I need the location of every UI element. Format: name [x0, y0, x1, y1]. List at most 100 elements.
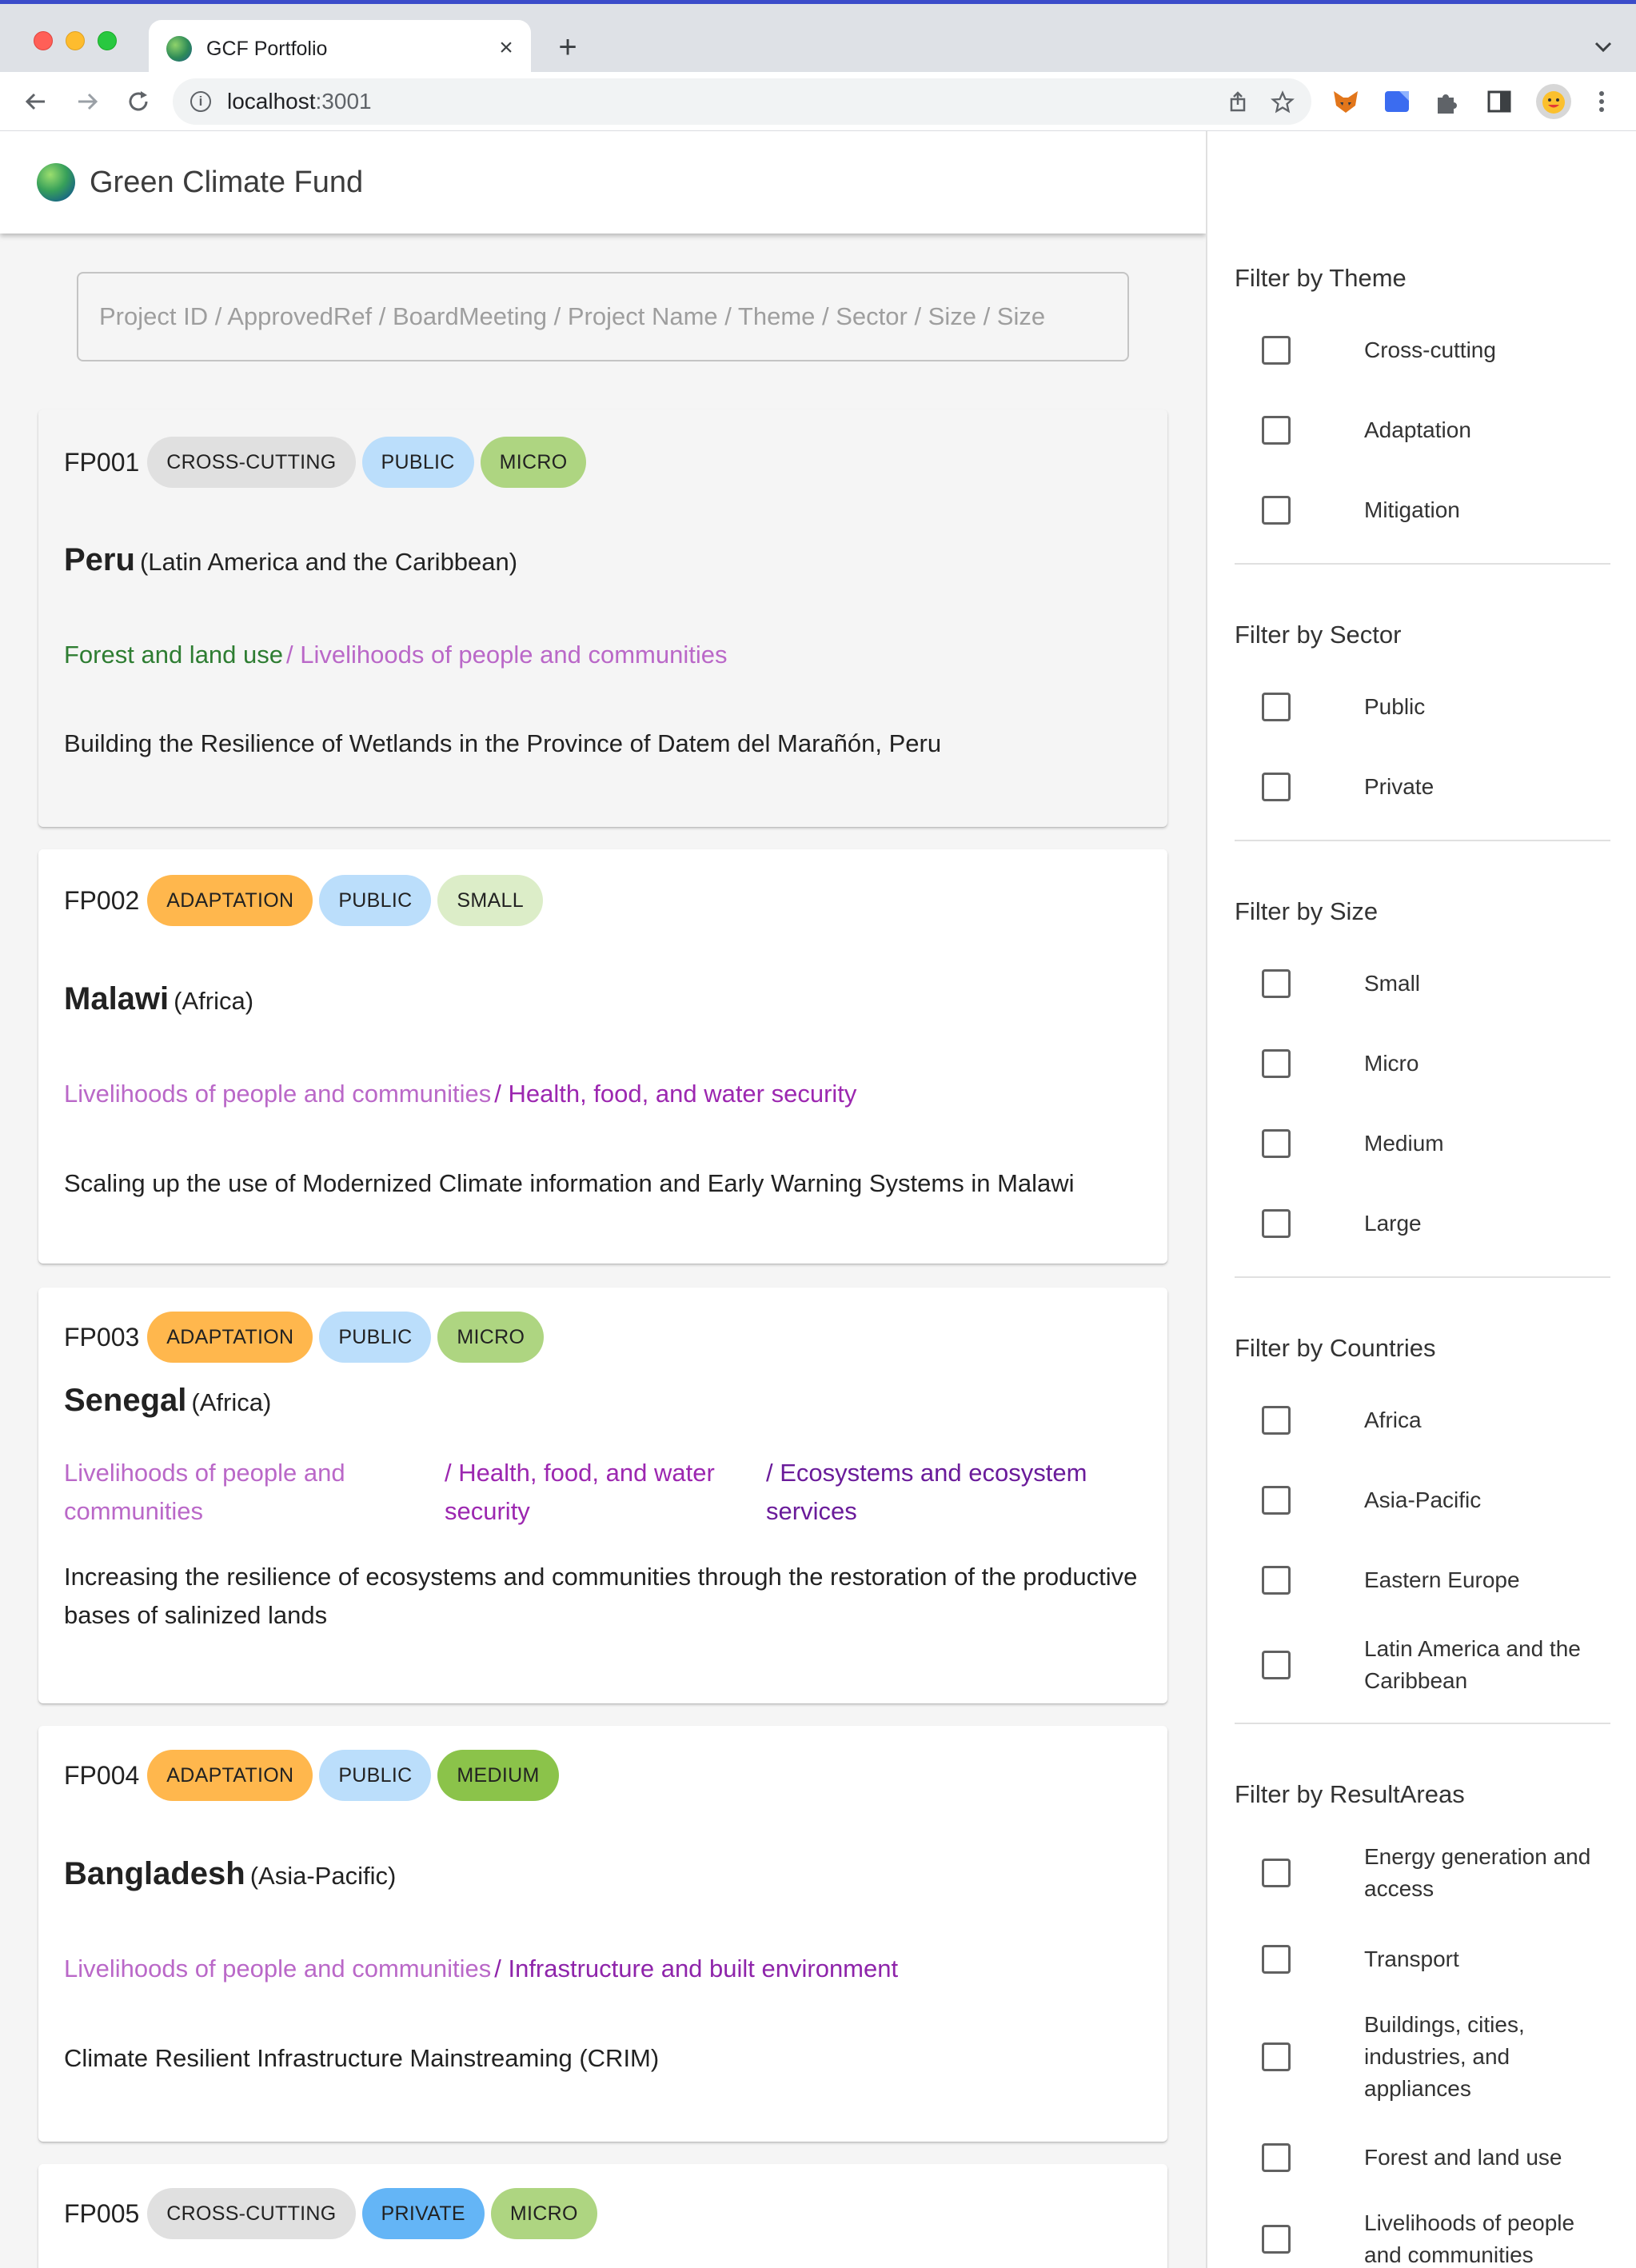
checkbox[interactable]: [1262, 1486, 1291, 1515]
checkbox[interactable]: [1262, 1129, 1291, 1158]
browser-toolbar: i localhost:3001: [0, 72, 1636, 131]
size-chip: MICRO: [437, 1312, 545, 1363]
more-menu-icon[interactable]: [1590, 86, 1614, 117]
new-tab-button[interactable]: +: [552, 31, 584, 63]
filter-size-micro[interactable]: Micro: [1262, 1048, 1614, 1080]
extension-icon[interactable]: [1382, 86, 1412, 117]
filter-area-energy[interactable]: Energy generation and access: [1262, 1841, 1614, 1905]
filter-option-label: Forest and land use: [1364, 2145, 1562, 2170]
checkbox[interactable]: [1262, 1651, 1291, 1679]
project-chip-row: FP004 ADAPTATION PUBLIC MEDIUM: [64, 1750, 559, 1801]
share-icon[interactable]: [1225, 90, 1251, 115]
metamask-fox-icon[interactable]: [1331, 86, 1361, 117]
address-bar[interactable]: i localhost:3001: [173, 78, 1311, 125]
checkbox[interactable]: [1262, 496, 1291, 525]
filter-country-latin-america[interactable]: Latin America and the Caribbean: [1262, 1633, 1614, 1697]
filter-option-label: Buildings, cities, industries, and appli…: [1364, 2012, 1525, 2101]
puzzle-icon[interactable]: [1431, 86, 1462, 117]
project-chip-row: FP001 CROSS-CUTTING PUBLIC MICRO: [64, 437, 587, 488]
filter-option-label: Large: [1364, 1211, 1422, 1236]
checkbox[interactable]: [1262, 969, 1291, 998]
sector-chip: PRIVATE: [361, 2188, 485, 2239]
project-card[interactable]: FP001 CROSS-CUTTING PUBLIC MICRO Peru (La…: [38, 409, 1167, 827]
result-area: / Health, food, and water security: [445, 1459, 715, 1525]
size-chip: MEDIUM: [437, 1750, 559, 1801]
project-card[interactable]: FP005 CROSS-CUTTING PRIVATE MICRO: [38, 2164, 1167, 2268]
checkbox[interactable]: [1262, 773, 1291, 801]
checkbox[interactable]: [1262, 1209, 1291, 1238]
checkbox[interactable]: [1262, 416, 1291, 445]
search-input[interactable]: [99, 274, 1107, 360]
app-header: Green Climate Fund: [0, 131, 1206, 234]
back-arrow-icon[interactable]: [21, 86, 51, 117]
filter-area-livelihoods[interactable]: Livelihoods of people and communities: [1262, 2207, 1614, 2268]
url-text[interactable]: localhost:3001: [227, 90, 372, 114]
sector-chip: PUBLIC: [361, 437, 474, 488]
project-result-areas: Livelihoods of people and communities / I…: [64, 1950, 898, 1988]
checkbox[interactable]: [1262, 693, 1291, 721]
result-area: Livelihoods of people and communities: [64, 1955, 492, 1983]
filter-size-medium[interactable]: Medium: [1262, 1128, 1614, 1160]
filter-option-label: Medium: [1364, 1131, 1444, 1156]
project-card[interactable]: FP003 ADAPTATION PUBLIC MICRO Senegal (Af…: [38, 1288, 1167, 1703]
country-name: Bangladesh: [64, 1856, 245, 1891]
globe-favicon-icon: [166, 36, 192, 62]
filter-country-asia-pacific[interactable]: Asia-Pacific: [1262, 1484, 1614, 1516]
window-zoom-button[interactable]: [98, 31, 117, 50]
filter-size-large[interactable]: Large: [1262, 1208, 1614, 1240]
checkbox[interactable]: [1262, 1566, 1291, 1595]
profile-avatar-icon[interactable]: [1535, 83, 1572, 120]
tab-search-chevron-icon[interactable]: [1591, 34, 1615, 58]
filter-theme-title: Filter by Theme: [1235, 264, 1407, 292]
forward-arrow-icon[interactable]: [72, 86, 102, 117]
country-name: Peru: [64, 542, 135, 577]
filter-country-africa[interactable]: Africa: [1262, 1404, 1614, 1436]
filter-size-small[interactable]: Small: [1262, 968, 1614, 1000]
filter-theme-cross-cutting[interactable]: Cross-cutting: [1262, 334, 1614, 366]
filter-area-buildings[interactable]: Buildings, cities, industries, and appli…: [1262, 2009, 1614, 2105]
filter-option-label: Africa: [1364, 1408, 1422, 1432]
result-area: / Health, food, and water security: [494, 1080, 857, 1108]
checkbox[interactable]: [1262, 336, 1291, 365]
filter-sector-private[interactable]: Private: [1262, 771, 1614, 803]
checkbox[interactable]: [1262, 2225, 1291, 2254]
filter-option-label: Transport: [1364, 1947, 1459, 1971]
country-name: Senegal: [64, 1383, 187, 1418]
reload-icon[interactable]: [123, 86, 154, 117]
search-field[interactable]: [77, 272, 1129, 361]
checkbox[interactable]: [1262, 2042, 1291, 2071]
tab-close-icon[interactable]: ×: [493, 34, 520, 62]
filter-sector-title: Filter by Sector: [1235, 621, 1402, 649]
result-area: Forest and land use: [64, 641, 284, 669]
browser-tab-active[interactable]: GCF Portfolio ×: [149, 20, 531, 76]
size-chip: MICRO: [480, 437, 587, 488]
filter-countries-title: Filter by Countries: [1235, 1334, 1436, 1362]
project-card[interactable]: FP002 ADAPTATION PUBLIC SMALL Malawi (Afr…: [38, 849, 1167, 1264]
project-card[interactable]: FP004 ADAPTATION PUBLIC MEDIUM Banglades…: [38, 1726, 1167, 2142]
filter-option-label: Small: [1364, 971, 1421, 996]
filter-area-transport[interactable]: Transport: [1262, 1943, 1614, 1975]
bookmark-star-icon[interactable]: [1270, 90, 1295, 115]
filter-theme-adaptation[interactable]: Adaptation: [1262, 414, 1614, 446]
country-region: (Africa): [191, 1388, 272, 1416]
checkbox[interactable]: [1262, 1049, 1291, 1078]
checkbox[interactable]: [1262, 1945, 1291, 1974]
window-minimize-button[interactable]: [66, 31, 85, 50]
checkbox[interactable]: [1262, 1859, 1291, 1887]
site-info-icon[interactable]: i: [190, 91, 211, 112]
project-id: FP005: [64, 2199, 140, 2228]
filter-option-label: Mitigation: [1364, 497, 1460, 522]
project-id: FP002: [64, 886, 140, 915]
theme-chip: ADAPTATION: [147, 875, 313, 926]
checkbox[interactable]: [1262, 1406, 1291, 1435]
side-panel-icon[interactable]: [1484, 86, 1514, 117]
result-area: Livelihoods of people and communities: [64, 1459, 345, 1525]
filter-sector-public[interactable]: Public: [1262, 691, 1614, 723]
filter-theme-mitigation[interactable]: Mitigation: [1262, 494, 1614, 526]
filter-option-label: Micro: [1364, 1051, 1419, 1076]
checkbox[interactable]: [1262, 2143, 1291, 2172]
filter-area-forest[interactable]: Forest and land use: [1262, 2142, 1614, 2174]
window-close-button[interactable]: [34, 31, 53, 50]
filter-country-eastern-europe[interactable]: Eastern Europe: [1262, 1564, 1614, 1596]
filter-panel: Filter by Theme Cross-cutting Adaptation…: [1206, 131, 1636, 2268]
